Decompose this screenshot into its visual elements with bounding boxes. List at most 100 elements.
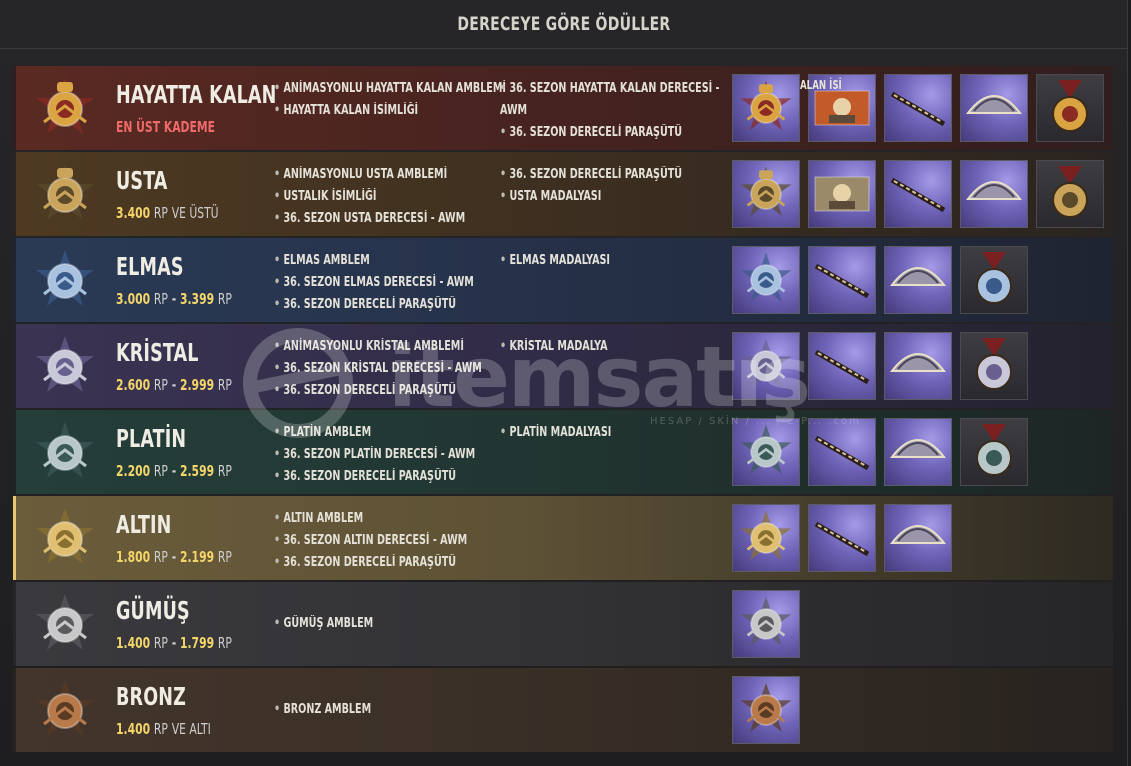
- rank-name: PLATİN: [116, 424, 187, 453]
- reward-item: 36. SEZON DERECELİ PARAŞÜTÜ: [274, 552, 467, 574]
- reward-item: ANİMASYONLU USTA AMBLEMİ: [274, 164, 465, 186]
- reward-list: PLATİN AMBLEM36. SEZON PLATİN DERECESİ -…: [274, 422, 519, 488]
- reward-list: ANİMASYONLU KRİSTAL AMBLEMİ36. SEZON KRİ…: [274, 336, 527, 402]
- parachute-skin-icon[interactable]: [884, 332, 952, 400]
- tier-row-5[interactable]: PLATİN2.200 RP - 2.599 RPPLATİN AMBLEM36…: [13, 410, 1113, 494]
- awm-skin-icon[interactable]: [808, 418, 876, 486]
- rank-name: BRONZ: [116, 682, 186, 711]
- silver-emblem-icon[interactable]: [732, 590, 800, 658]
- awm-skin-icon[interactable]: [808, 332, 876, 400]
- reward-items: [732, 74, 1104, 142]
- rp-unit: RP: [153, 204, 168, 222]
- rp-suffix: VE ÜSTÜ: [171, 204, 219, 222]
- tier-row-8[interactable]: BRONZ 1.400 RP VE ALTI BRONZ AMBLEM: [13, 668, 1113, 752]
- reward-item: 36. SEZON ALTIN DERECESİ - AWM: [274, 530, 467, 552]
- panel-header: DERECEYE GÖRE ÖDÜLLER: [0, 0, 1127, 49]
- ace-medal-icon[interactable]: [1036, 160, 1104, 228]
- rank-name: GÜMÜŞ: [116, 596, 190, 625]
- reward-item: PLATİN AMBLEM: [274, 422, 475, 444]
- rank-name: HAYATTA KALAN: [116, 80, 277, 109]
- rp-from: 2.600: [116, 376, 151, 394]
- rp-unit: RP: [217, 634, 232, 652]
- reward-items: [732, 332, 1028, 400]
- reward-item: PLATİN MADALYASI: [500, 422, 611, 444]
- reward-item: HAYATTA KALAN İSİMLİĞİ: [274, 100, 506, 122]
- rp-suffix: VE ALTI: [171, 720, 211, 738]
- reward-item: GÜMÜŞ AMBLEM: [274, 613, 373, 635]
- reward-item: USTALIK İSİMLİĞİ: [274, 186, 465, 208]
- reward-item: 36. SEZON ELMAS DERECESİ - AWM: [274, 272, 473, 294]
- rp-from: 3.000: [116, 290, 151, 308]
- bronze-emblem-icon[interactable]: [732, 676, 800, 744]
- rank-emblem-icon: [30, 74, 100, 144]
- rp-to: 1.799: [179, 634, 215, 652]
- rank-points: 1.800 RP - 2.199 RP: [116, 548, 232, 566]
- reward-items: [732, 676, 800, 744]
- rp-from: 3.400: [116, 204, 151, 222]
- rank-points: 2.600 RP - 2.999 RP: [116, 376, 232, 394]
- reward-item: BRONZ AMBLEM: [274, 699, 371, 721]
- tier-row-2[interactable]: USTA 3.400 RP VE ÜSTÜ ANİMASYONLU USTA AMB…: [13, 152, 1113, 236]
- parachute-skin-icon[interactable]: [960, 74, 1028, 142]
- rank-points: 2.200 RP - 2.599 RP: [116, 462, 232, 480]
- rp-unit: RP: [153, 634, 168, 652]
- platinum-emblem-icon[interactable]: [732, 418, 800, 486]
- platinum-medal-icon[interactable]: [960, 418, 1028, 486]
- tier-row-1[interactable]: HAYATTA KALAN EN ÜST KADEME ANİMASYONLU HA…: [13, 66, 1113, 150]
- awm-skin-icon[interactable]: [884, 160, 952, 228]
- conqueror-medal-icon[interactable]: [1036, 74, 1104, 142]
- reward-item: AWM: [500, 103, 528, 118]
- parachute-skin-icon[interactable]: [960, 160, 1028, 228]
- nameplate-card-icon[interactable]: [808, 160, 876, 228]
- reward-item: 36. SEZON DERECELİ PARAŞÜTÜ: [500, 122, 720, 144]
- reward-list: 36. SEZON HAYATTA KALAN DERECESİ - AWM 36.…: [500, 78, 768, 144]
- reward-list: PLATİN MADALYASI: [500, 422, 636, 444]
- reward-item: ALTIN AMBLEM: [274, 508, 467, 530]
- reward-item: 36. SEZON DERECELİ PARAŞÜTÜ: [274, 466, 475, 488]
- reward-item: 36. SEZON HAYATTA KALAN DERECESİ -: [500, 78, 719, 100]
- page-title: DERECEYE GÖRE ÖDÜLLER: [456, 13, 671, 35]
- rank-name: ELMAS: [116, 252, 184, 281]
- tier-row-6[interactable]: ALTIN1.800 RP - 2.199 RPALTIN AMBLEM36. …: [13, 496, 1113, 580]
- tier-row-4[interactable]: KRİSTAL 2.600 RP - 2.999 RP ANİMASYONLU KR…: [13, 324, 1113, 408]
- reward-item: ANİMASYONLU KRİSTAL AMBLEMİ: [274, 336, 482, 358]
- diamond-emblem-icon[interactable]: [732, 246, 800, 314]
- conqueror-emblem-icon[interactable]: [732, 74, 800, 142]
- rank-emblem-icon: [30, 246, 100, 316]
- reward-item: 36. SEZON USTA DERECESİ - AWM: [274, 208, 465, 230]
- item-overlay-text: ALAN İSİ: [800, 78, 842, 92]
- awm-skin-icon[interactable]: [884, 74, 952, 142]
- tier-row-3[interactable]: ELMAS3.000 RP - 3.399 RPELMAS AMBLEM36. …: [13, 238, 1113, 322]
- rp-from: 1.400: [116, 634, 151, 652]
- tier-row-7[interactable]: GÜMÜŞ 1.400 RP - 1.799 RP GÜMÜŞ AMBLEM: [13, 582, 1113, 666]
- parachute-skin-icon[interactable]: [884, 246, 952, 314]
- reward-item: USTA MADALYASI: [500, 186, 682, 208]
- reward-items: [732, 418, 1028, 486]
- reward-item: ELMAS AMBLEM: [274, 250, 474, 272]
- ace-emblem-icon[interactable]: [732, 160, 800, 228]
- parachute-skin-icon[interactable]: [884, 418, 952, 486]
- reward-item: 36. SEZON DERECELİ PARAŞÜTÜ: [274, 380, 482, 402]
- diamond-medal-icon[interactable]: [960, 246, 1028, 314]
- rank-name: USTA: [116, 166, 168, 195]
- rank-emblem-icon: [30, 418, 100, 488]
- reward-list: ELMAS MADALYASI: [500, 250, 634, 272]
- rank-points: 3.400 RP VE ÜSTÜ: [116, 204, 219, 222]
- rank-emblem-icon: [30, 160, 100, 230]
- awm-skin-icon[interactable]: [808, 246, 876, 314]
- rank-name: ALTIN: [116, 510, 172, 539]
- rp-unit: RP: [153, 462, 168, 480]
- gold-emblem-icon[interactable]: [732, 504, 800, 572]
- rp-unit: RP: [217, 462, 232, 480]
- rp-unit: RP: [217, 376, 232, 394]
- rank-emblem-icon: [30, 332, 100, 402]
- rp-to: 2.599: [179, 462, 215, 480]
- crystal-medal-icon[interactable]: [960, 332, 1028, 400]
- parachute-skin-icon[interactable]: [884, 504, 952, 572]
- crystal-emblem-icon[interactable]: [732, 332, 800, 400]
- rp-from: 2.200: [116, 462, 151, 480]
- awm-skin-icon[interactable]: [808, 504, 876, 572]
- rp-unit: RP: [153, 376, 168, 394]
- rp-unit: RP: [217, 290, 232, 308]
- reward-item: 36. SEZON KRİSTAL DERECESİ - AWM: [274, 358, 481, 380]
